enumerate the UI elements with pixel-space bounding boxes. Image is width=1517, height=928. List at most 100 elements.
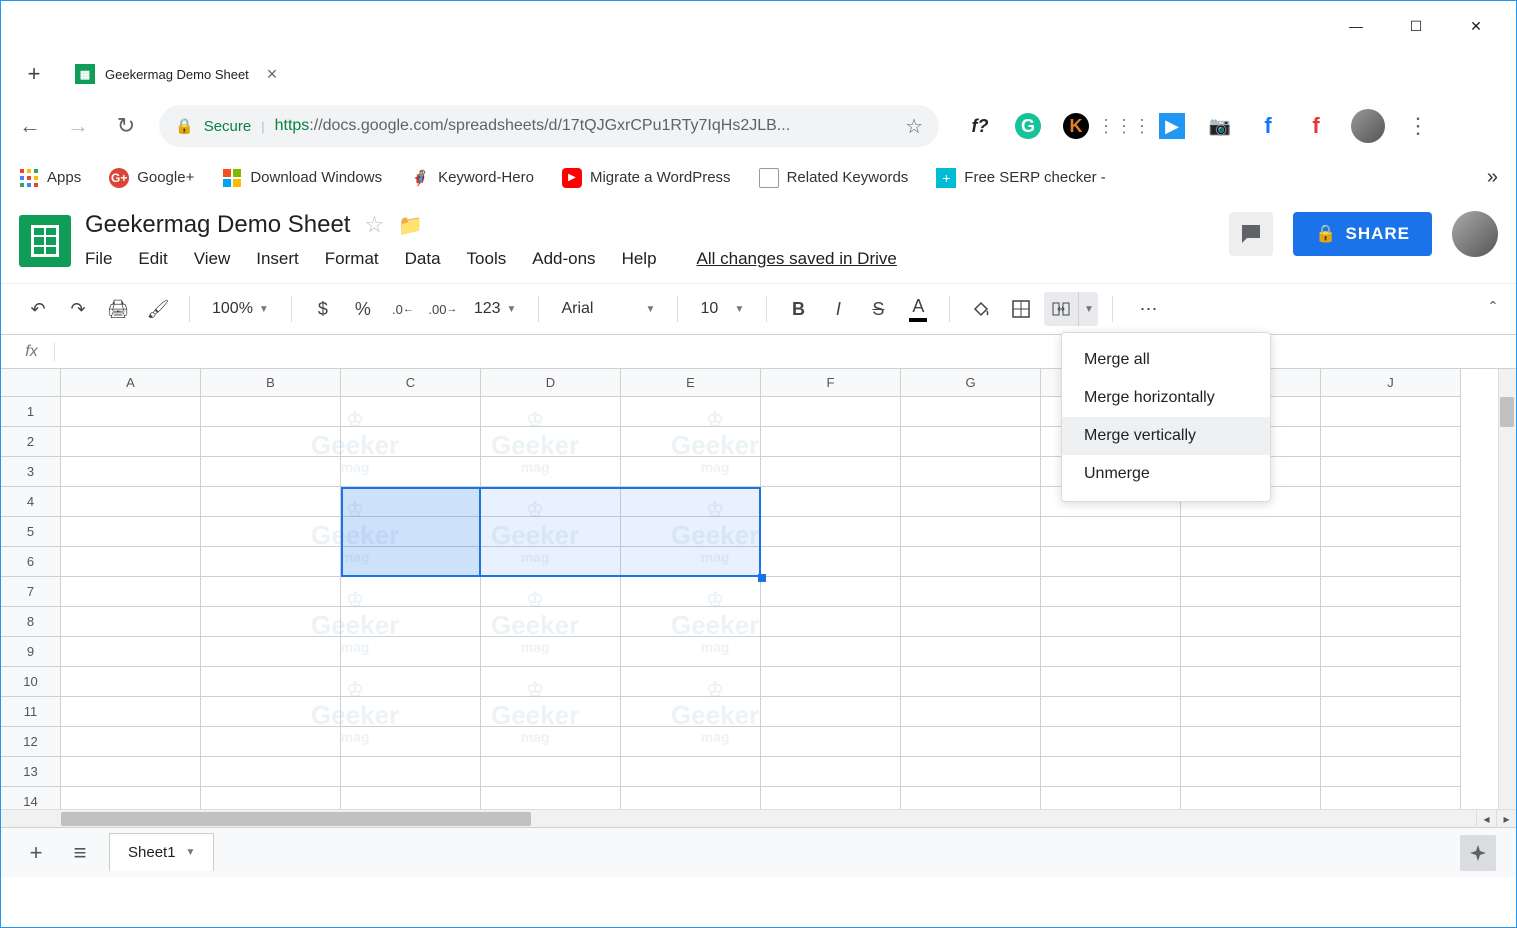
cell[interactable] <box>61 637 201 667</box>
menu-edit[interactable]: Edit <box>138 245 167 273</box>
cell[interactable] <box>481 517 621 547</box>
print-button[interactable]: 🖨 <box>101 292 135 326</box>
cell[interactable] <box>621 457 761 487</box>
merge-cells-button[interactable]: ▼ <box>1044 292 1098 326</box>
cell[interactable] <box>1321 427 1461 457</box>
explore-button[interactable] <box>1460 835 1496 871</box>
scroll-right-button[interactable]: ▸ <box>1496 810 1516 828</box>
screenshot-extension-icon[interactable]: 📷 <box>1207 113 1233 139</box>
cell[interactable] <box>201 787 341 809</box>
merge-all-option[interactable]: Merge all <box>1062 341 1270 379</box>
cell[interactable] <box>761 667 901 697</box>
unmerge-option[interactable]: Unmerge <box>1062 455 1270 493</box>
cell[interactable] <box>621 727 761 757</box>
cell[interactable] <box>1321 487 1461 517</box>
cell[interactable] <box>61 577 201 607</box>
cell[interactable] <box>1321 577 1461 607</box>
add-sheet-button[interactable]: + <box>21 840 51 866</box>
sheets-logo-icon[interactable] <box>19 215 71 267</box>
redo-button[interactable]: ↷ <box>61 292 95 326</box>
cell[interactable] <box>341 457 481 487</box>
cell[interactable] <box>201 547 341 577</box>
cell[interactable] <box>621 637 761 667</box>
cell[interactable] <box>481 667 621 697</box>
bookmarks-overflow-button[interactable]: » <box>1487 166 1498 189</box>
scroll-left-button[interactable]: ◂ <box>1476 810 1496 828</box>
increase-decimal-button[interactable]: .00→ <box>426 292 460 326</box>
cell[interactable] <box>61 697 201 727</box>
cell[interactable] <box>1321 757 1461 787</box>
menu-tools[interactable]: Tools <box>467 245 507 273</box>
cell[interactable] <box>1181 667 1321 697</box>
row-header[interactable]: 9 <box>1 637 61 667</box>
cell[interactable] <box>1041 637 1181 667</box>
cell[interactable] <box>1181 517 1321 547</box>
row-header[interactable]: 2 <box>1 427 61 457</box>
cell[interactable] <box>1181 757 1321 787</box>
column-header[interactable]: J <box>1321 369 1461 397</box>
bookmark-download-windows[interactable]: Download Windows <box>222 168 382 188</box>
cell[interactable] <box>1041 697 1181 727</box>
text-color-button[interactable]: A <box>901 292 935 326</box>
cell[interactable] <box>901 397 1041 427</box>
cell[interactable] <box>621 547 761 577</box>
cell[interactable] <box>201 727 341 757</box>
cell[interactable] <box>1321 547 1461 577</box>
cell[interactable] <box>61 667 201 697</box>
merge-dropdown-button[interactable]: ▼ <box>1078 292 1098 326</box>
cell[interactable] <box>341 757 481 787</box>
cell[interactable] <box>1321 397 1461 427</box>
cell[interactable] <box>761 637 901 667</box>
all-sheets-button[interactable]: ≡ <box>65 840 95 866</box>
scroll-thumb[interactable] <box>61 812 531 826</box>
cell[interactable] <box>201 757 341 787</box>
font-select[interactable]: Arial ▼ <box>553 300 663 318</box>
row-header[interactable]: 12 <box>1 727 61 757</box>
extension-icon-red-f[interactable]: f <box>1303 113 1329 139</box>
cell[interactable] <box>901 697 1041 727</box>
bookmark-migrate-wordpress[interactable]: ▶ Migrate a WordPress <box>562 168 731 188</box>
number-format-select[interactable]: 123 ▼ <box>466 300 525 318</box>
row-header[interactable]: 7 <box>1 577 61 607</box>
new-tab-button[interactable]: + <box>15 55 53 93</box>
bookmark-related-keywords[interactable]: Related Keywords <box>759 168 909 188</box>
cell[interactable] <box>621 577 761 607</box>
cell[interactable] <box>1041 667 1181 697</box>
extension-icon-k[interactable]: K <box>1063 113 1089 139</box>
cell[interactable] <box>621 607 761 637</box>
borders-button[interactable] <box>1004 292 1038 326</box>
cell[interactable] <box>761 547 901 577</box>
row-header[interactable]: 10 <box>1 667 61 697</box>
bookmark-star-button[interactable]: ☆ <box>905 114 923 139</box>
cell[interactable] <box>621 787 761 809</box>
cell[interactable] <box>201 577 341 607</box>
cell[interactable] <box>201 487 341 517</box>
cell[interactable] <box>761 607 901 637</box>
cell[interactable] <box>481 697 621 727</box>
cell[interactable] <box>1321 667 1461 697</box>
cell[interactable] <box>341 607 481 637</box>
fill-handle[interactable] <box>758 574 766 582</box>
cell[interactable] <box>761 727 901 757</box>
cell[interactable] <box>901 787 1041 809</box>
row-header[interactable]: 11 <box>1 697 61 727</box>
address-bar[interactable]: 🔒 Secure | https://docs.google.com/sprea… <box>159 105 939 147</box>
cell[interactable] <box>1181 787 1321 809</box>
cell[interactable] <box>61 517 201 547</box>
cell[interactable] <box>201 457 341 487</box>
collapse-toolbar-button[interactable]: ˆ <box>1490 299 1496 320</box>
cell[interactable] <box>1321 637 1461 667</box>
cell[interactable] <box>901 667 1041 697</box>
cell[interactable] <box>201 427 341 457</box>
cell[interactable] <box>901 607 1041 637</box>
cell[interactable] <box>201 667 341 697</box>
cell[interactable] <box>341 787 481 809</box>
menu-insert[interactable]: Insert <box>256 245 299 273</box>
menu-help[interactable]: Help <box>622 245 657 273</box>
percent-button[interactable]: % <box>346 292 380 326</box>
cell[interactable] <box>621 517 761 547</box>
minimize-button[interactable]: — <box>1326 4 1386 49</box>
cell[interactable] <box>1181 697 1321 727</box>
column-header[interactable]: F <box>761 369 901 397</box>
cell[interactable] <box>61 397 201 427</box>
